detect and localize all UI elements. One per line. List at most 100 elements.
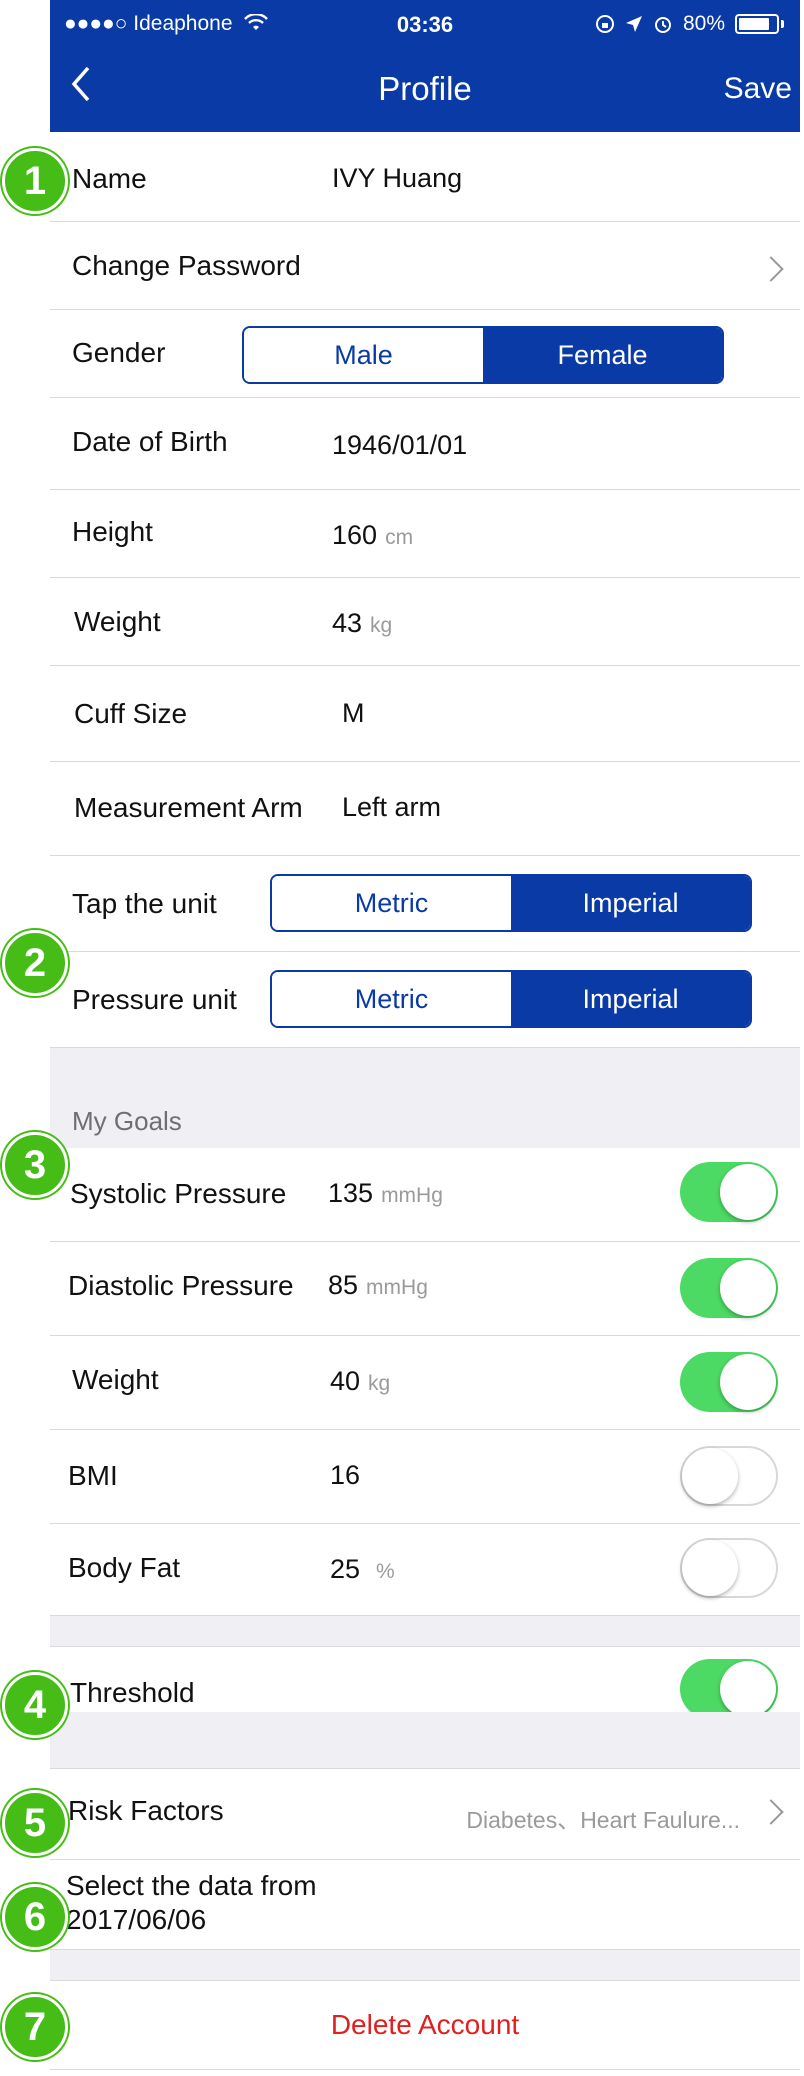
annotation-badge-6: 6 (2, 1884, 68, 1950)
height-unit: cm (385, 526, 414, 549)
goal-value: 16 (330, 1460, 361, 1490)
delete-account-row[interactable]: Delete Account (50, 1980, 800, 2070)
status-right: 80% (595, 12, 784, 36)
systolic-toggle[interactable] (680, 1162, 778, 1222)
goal-unit: mmHg (366, 1276, 428, 1299)
goal-row-systolic[interactable]: Systolic Pressure 135 mmHg (50, 1148, 800, 1242)
cuff-size-label: Cuff Size (74, 698, 188, 729)
change-password-row[interactable]: Change Password (50, 222, 800, 310)
page-title: Profile (378, 70, 472, 107)
weight-unit: kg (370, 614, 393, 637)
pressure-unit-option-imperial[interactable]: Imperial (511, 972, 750, 1026)
measurement-arm-label: Measurement Arm (74, 792, 303, 823)
tap-unit-row: Tap the unit Metric Imperial (50, 856, 800, 952)
select-data-date: 2017/06/06 (66, 1904, 207, 1935)
tap-unit-segmented-control: Metric Imperial (270, 874, 752, 932)
annotation-badge-3: 3 (2, 1132, 68, 1198)
battery-percent: 80% (682, 12, 725, 35)
alarm-icon (654, 17, 671, 33)
goal-label: Body Fat (68, 1552, 181, 1583)
tap-unit-option-imperial[interactable]: Imperial (511, 876, 750, 930)
tap-unit-option-metric[interactable]: Metric (272, 876, 511, 930)
gender-row: Gender Male Female (50, 310, 800, 398)
threshold-toggle[interactable] (680, 1659, 778, 1719)
date-of-birth-row[interactable]: Date of Birth 1946/01/01 (50, 398, 800, 490)
cuff-size-value: M (342, 698, 365, 728)
bmi-toggle[interactable] (680, 1446, 778, 1506)
goal-unit: % (376, 1560, 395, 1583)
threshold-label: Threshold (70, 1677, 195, 1708)
weight-row[interactable]: Weight 43 kg (50, 578, 800, 666)
toggle-knob (682, 1540, 738, 1596)
weight-value-group: 43 kg (332, 608, 392, 639)
chevron-right-icon (758, 256, 784, 282)
measurement-arm-value: Left arm (342, 792, 442, 822)
toggle-knob (682, 1448, 738, 1504)
weight-value: 43 (332, 608, 363, 638)
my-goals-title: My Goals (72, 1106, 182, 1136)
name-label: Name (72, 163, 147, 194)
goal-unit: mmHg (381, 1184, 443, 1207)
annotation-badge-5: 5 (2, 1790, 68, 1856)
weight-label: Weight (74, 606, 161, 637)
diastolic-toggle[interactable] (680, 1258, 778, 1318)
gender-segmented-control: Male Female (242, 326, 724, 384)
measurement-arm-row[interactable]: Measurement Arm Left arm (50, 762, 800, 856)
annotation-badge-4: 4 (2, 1672, 68, 1738)
profile-screen: ●●●●○ Ideaphone 03:36 80% Profile Save N… (50, 0, 800, 2076)
location-arrow-icon (625, 16, 642, 32)
goal-row-diastolic[interactable]: Diastolic Pressure 85 mmHg (50, 1242, 800, 1336)
select-data-row[interactable]: Select the data from 2017/06/06 (50, 1860, 800, 1950)
rotation-lock-icon (595, 15, 614, 33)
toggle-knob (720, 1354, 776, 1410)
status-bar: ●●●●○ Ideaphone 03:36 80% (50, 0, 800, 50)
goal-row-weight[interactable]: Weight 40 kg (50, 1336, 800, 1430)
cuff-size-row[interactable]: Cuff Size M (50, 666, 800, 762)
risk-factors-label: Risk Factors (68, 1795, 224, 1826)
goal-value: 40 (330, 1366, 361, 1396)
goal-value-group: 135 mmHg (328, 1178, 443, 1209)
top-bar: ●●●●○ Ideaphone 03:36 80% Profile Save (50, 0, 800, 132)
toggle-knob (720, 1661, 776, 1717)
goal-value: 135 (328, 1178, 374, 1208)
gender-option-male[interactable]: Male (244, 328, 483, 382)
pressure-unit-label: Pressure unit (72, 984, 237, 1015)
date-of-birth-label: Date of Birth (72, 426, 228, 457)
height-value: 160 (332, 520, 378, 550)
body-fat-toggle[interactable] (680, 1538, 778, 1598)
delete-account-button[interactable]: Delete Account (50, 2009, 800, 2041)
select-data-line1: Select the data from (66, 1870, 317, 1901)
risk-factors-value: Diabetes、Heart Faulure... (466, 1807, 740, 1833)
goal-unit: kg (368, 1372, 391, 1395)
toggle-knob (720, 1164, 776, 1220)
height-row[interactable]: Height 160 cm (50, 490, 800, 578)
goal-label: Weight (72, 1364, 159, 1395)
annotation-badge-7: 7 (2, 1994, 68, 2060)
change-password-label: Change Password (72, 250, 301, 281)
tap-unit-label: Tap the unit (72, 888, 217, 919)
save-button[interactable]: Save (724, 72, 792, 106)
name-value: IVY Huang (332, 163, 463, 193)
pressure-unit-row: Pressure unit Metric Imperial (50, 952, 800, 1048)
pressure-unit-segmented-control: Metric Imperial (270, 970, 752, 1028)
goal-label: Systolic Pressure (70, 1178, 287, 1209)
goal-value-group: 25% (330, 1554, 395, 1585)
goal-row-body-fat[interactable]: Body Fat 25% (50, 1524, 800, 1616)
goal-label: Diastolic Pressure (68, 1270, 294, 1301)
weight-goal-toggle[interactable] (680, 1352, 778, 1412)
date-of-birth-value: 1946/01/01 (332, 430, 468, 460)
pressure-unit-option-metric[interactable]: Metric (272, 972, 511, 1026)
toggle-knob (720, 1260, 776, 1316)
my-goals-header: My Goals (50, 1048, 800, 1148)
goal-row-bmi[interactable]: BMI 16 (50, 1430, 800, 1524)
name-row[interactable]: Name IVY Huang (50, 132, 800, 222)
section-gap (50, 1616, 800, 1646)
goal-value-group: 40 kg (330, 1366, 390, 1397)
gender-label: Gender (72, 337, 166, 368)
goal-label: BMI (68, 1460, 118, 1491)
battery-icon (735, 14, 779, 34)
section-gap (50, 1712, 800, 1768)
height-label: Height (72, 516, 153, 547)
gender-option-female[interactable]: Female (483, 328, 722, 382)
risk-factors-row[interactable]: Risk Factors Diabetes、Heart Faulure... (50, 1768, 800, 1860)
